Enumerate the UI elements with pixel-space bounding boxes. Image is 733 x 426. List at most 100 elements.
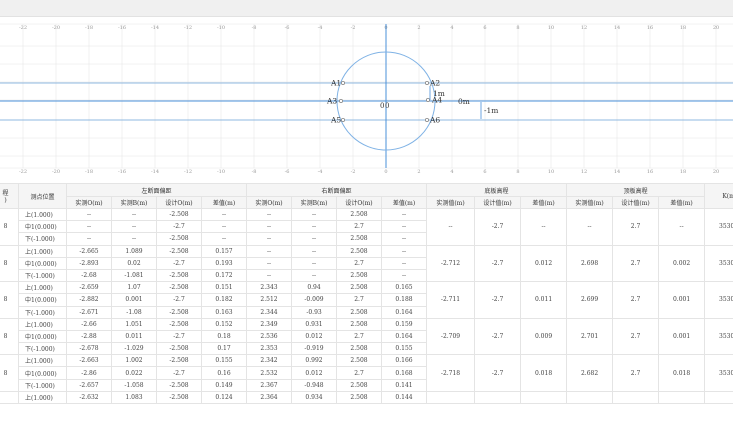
x-tick-label-top: -10: [217, 25, 225, 31]
bottom-diff: 0.011: [520, 281, 568, 319]
left-measured-b: 1.07: [111, 281, 157, 295]
x-tick-label-bottom: -12: [184, 169, 192, 175]
left-design-o: -2.508: [156, 244, 202, 258]
subheader-cell: 实测值(m): [426, 196, 476, 209]
top-design: 2.7: [612, 317, 660, 356]
left-measured-o: -2.659: [66, 281, 112, 295]
left-measured-o: --: [66, 232, 112, 246]
left-cut-cell: 8: [0, 208, 19, 246]
subheader-cell: 实测O(m): [246, 196, 293, 209]
right-measured-o: --: [246, 268, 293, 283]
left-diff: --: [200, 220, 248, 234]
right-design-o: 2.508: [336, 232, 383, 246]
survey-point-marker[interactable]: [340, 118, 345, 123]
x-tick-label-bottom: 2: [417, 169, 420, 175]
table-row[interactable]: 8 上(1.000) -2.665 1.089 -2.508 0.157 -- -- 2.508…: [0, 244, 733, 283]
right-design-o: 2.508: [336, 244, 383, 258]
x-tick-label-bottom: 12: [581, 169, 587, 175]
right-measured-o: 2.532: [246, 366, 293, 380]
bottom-diff: 0.009: [520, 317, 568, 356]
x-tick-label-bottom: 10: [548, 169, 554, 175]
left-measured-b: -1.081: [111, 268, 157, 283]
left-diff: 0.17: [200, 342, 248, 356]
x-tick-label-bottom: 6: [483, 169, 486, 175]
position-cell: 上(1.000): [18, 354, 67, 368]
table-row[interactable]: 8 上(1.000) -- -- -2.508 -- -- -- 2.508 -- -- -2.7 --…: [0, 207, 733, 246]
right-design-o: 2.7: [336, 329, 383, 344]
bottom-design: -2.7: [474, 354, 522, 392]
col-position: 测点位置: [18, 183, 67, 209]
right-diff: 0.166: [381, 354, 428, 368]
subheader-cell: 设计值(m): [612, 196, 660, 209]
left-design-o: -2.7: [156, 293, 202, 307]
left-measured-b: 1.002: [111, 354, 157, 368]
top-diff: [658, 390, 706, 405]
right-diff: --: [381, 232, 428, 246]
right-diff: 0.141: [381, 378, 428, 392]
group-bottom-elevation: 底板高程: [426, 183, 568, 197]
left-diff: --: [200, 207, 248, 222]
left-design-o: -2.508: [156, 354, 202, 368]
table-row[interactable]: 上(1.000) -2.632 1.083 -2.508 0.124 2.364 0.934…: [0, 390, 733, 405]
survey-point-marker[interactable]: [424, 118, 429, 123]
group-left-offset: 左断面偏距: [65, 183, 248, 197]
top-measured: 2.699: [566, 281, 614, 319]
x-tick-label-bottom: -10: [217, 169, 225, 175]
bottom-design: -2.7: [474, 281, 522, 319]
x-tick-label-top: 12: [581, 25, 587, 31]
x-tick-label-top: -18: [85, 25, 93, 31]
left-measured-o: -2.893: [66, 256, 112, 270]
survey-point-marker[interactable]: [340, 81, 345, 86]
top-design: 2.7: [612, 354, 660, 392]
top-measured: 2.698: [566, 244, 614, 283]
left-diff: --: [200, 232, 248, 246]
position-cell: 中1(0.000): [18, 366, 67, 380]
left-measured-b: -1.029: [111, 342, 157, 356]
right-measured-o: 2.353: [246, 342, 293, 356]
survey-point-marker[interactable]: [424, 81, 429, 86]
section-diagram: -22-20-18-16-14-12-10-8-6-4-202468101214…: [0, 23, 733, 175]
left-measured-o: -2.678: [66, 342, 112, 356]
right-measured-o: --: [246, 232, 293, 246]
x-tick-label-bottom: 18: [680, 169, 686, 175]
right-design-o: 2.508: [336, 354, 383, 368]
x-ticks-bottom: -22 -20 -18 -16 -14 -12 -10 -8 -6 -4 -2 0 2 4 6 8 10 12 14…: [19, 169, 719, 175]
center-label-secondary: 0: [385, 102, 389, 110]
survey-table-container[interactable]: 程) 测点位置 左断面偏距 右断面偏距 底板高程 顶板高程 K(m 实测O(m)…: [0, 183, 733, 426]
left-measured-b: 0.022: [111, 366, 157, 380]
x-tick-label-bottom: -4: [318, 169, 323, 175]
right-measured-o: 2.342: [246, 354, 293, 368]
left-measured-b: 0.02: [111, 256, 157, 270]
left-design-o: -2.7: [156, 256, 202, 270]
right-design-o: 2.508: [336, 317, 383, 331]
left-diff: 0.16: [200, 366, 248, 380]
left-design-o: -2.7: [156, 220, 202, 234]
col-k: K(m: [704, 183, 733, 209]
left-diff: 0.193: [200, 256, 248, 270]
subheader-cell: 差值(m): [200, 196, 248, 209]
bottom-measured: --: [426, 208, 476, 246]
subheader-cell: 实测O(m): [66, 196, 112, 209]
position-cell: 下(-1.000): [18, 268, 67, 283]
right-measured-b: 0.012: [291, 329, 338, 344]
left-measured-b: 1.089: [111, 244, 157, 258]
survey-point-marker[interactable]: [338, 99, 343, 104]
survey-point-label: A6: [429, 116, 440, 125]
survey-point-label: A3: [326, 97, 337, 106]
top-design: [612, 390, 660, 405]
survey-table: 程) 测点位置 左断面偏距 右断面偏距 底板高程 顶板高程 K(m 实测O(m)…: [0, 183, 733, 405]
right-design-o: 2.508: [336, 390, 383, 405]
top-measured: --: [566, 208, 614, 246]
table-row[interactable]: 8 上(1.000) -2.663 1.002 -2.508 0.155 2.342 0.99…: [0, 354, 733, 392]
left-measured-o: --: [66, 220, 112, 234]
top-diff: 0.002: [658, 244, 706, 283]
x-tick-label-bottom: -18: [85, 169, 93, 175]
right-design-o: 2.7: [336, 256, 383, 270]
table-row[interactable]: 8 上(1.000) -2.66 1.051 -2.508 0.152 2.349 0.931…: [0, 317, 733, 356]
right-measured-b: -0.93: [291, 305, 338, 319]
x-tick-label-top: 16: [647, 25, 653, 31]
x-tick-label-bottom: -14: [151, 169, 159, 175]
subheader-cell: 实测值(m): [566, 196, 614, 209]
survey-point-marker[interactable]: [425, 98, 430, 103]
table-row[interactable]: 8 上(1.000) -2.659 1.07 -2.508 0.151 2.343 0.94 2…: [0, 281, 733, 319]
